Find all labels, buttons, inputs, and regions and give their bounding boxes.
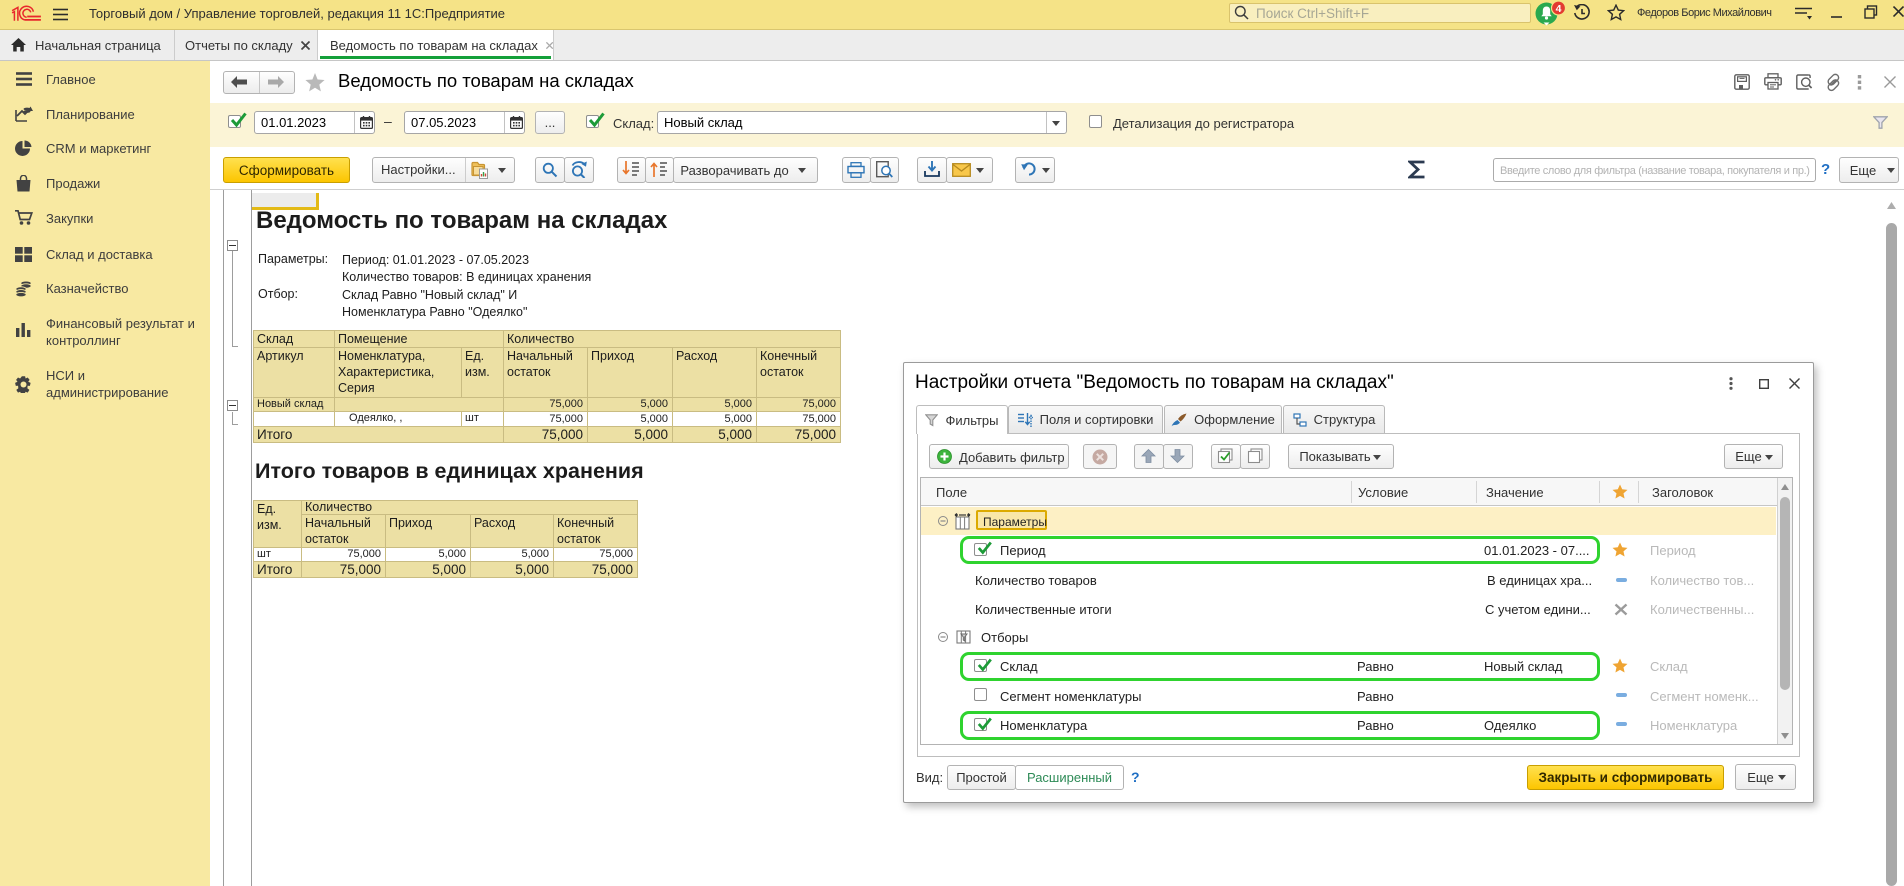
svg-text:4: 4 [1556, 3, 1562, 15]
